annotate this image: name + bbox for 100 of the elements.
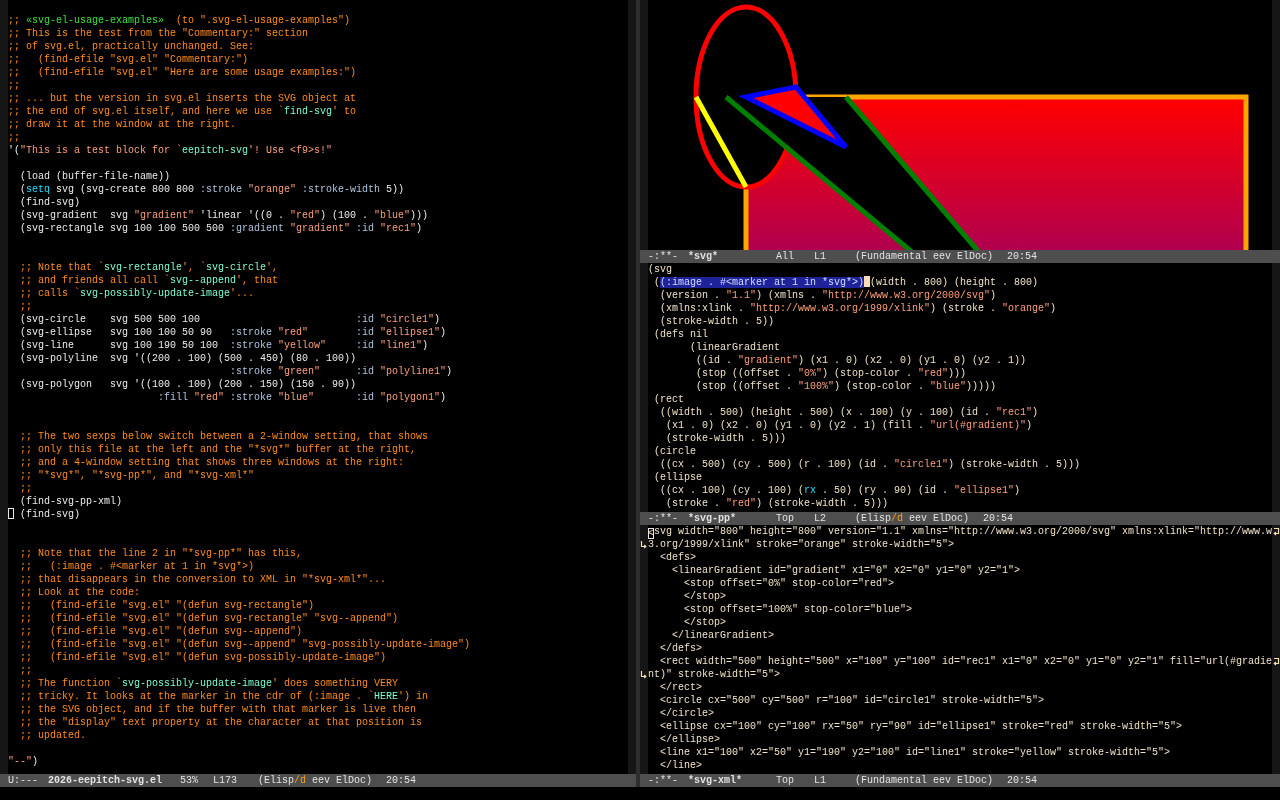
code-line: ;; <box>8 132 20 143</box>
code-line: ;; the end of svg.el itself, and here we use `find-svg' to <box>8 106 357 117</box>
code-line: ;; of svg.el, practically unchanged. See: <box>8 41 255 52</box>
code-line: <ellipse cx="100" cy="100" rx="50" ry="90" id="ellipse1" stroke="red" stroke-width="5"> <box>659 721 1183 732</box>
code-line: (svg-polygon svg '((100 . 100) (200 . 150) (150 . 90)) <box>19 379 357 390</box>
code-line: ;; (:image . #<marker at 1 in *svg*>) <box>19 561 255 572</box>
code-line: ((:image . #<marker at 1 in *svg*>) <box>653 277 865 288</box>
scroll-position: 53% <box>180 775 198 786</box>
code-line: (width . 800) (height . 800) <box>870 277 1039 288</box>
code-line: (svg-polyline svg '((200 . 100) (500 . 450) (80 . 100)) <box>19 353 357 364</box>
code-line: ;; draw it at the window at the right. <box>8 119 237 130</box>
code-line: ;; "*svg*", "*svg-pp*", and "*svg-xml*" <box>19 470 255 481</box>
clock-time: 20:54 <box>1007 251 1038 262</box>
code-line: (svg-circle svg 500 500 100 :id "circle1") <box>19 314 441 325</box>
buffer-name: *svg-pp* <box>688 513 736 524</box>
code-line: ;; The two sexps below switch between a 2-window setting, that shows <box>19 431 429 442</box>
code-line: (svg-ellipse svg 100 100 50 90 :stroke "red" :id "ellipse1") <box>19 327 447 338</box>
line-number: L1 <box>814 251 826 262</box>
code-line: </rect> <box>659 682 702 693</box>
clock-time: 20:54 <box>983 513 1014 524</box>
code-line: ;; updated. <box>19 730 86 741</box>
code-line: (svg-line svg 100 190 50 100 :stroke "yellow" :id "line1") <box>19 340 429 351</box>
code-line: (find-svg) <box>19 509 80 520</box>
line-number: L173 <box>213 775 237 786</box>
major-mode: (Fundamental eev ElDoc) <box>855 251 994 262</box>
scroll-position: Top <box>776 513 794 524</box>
code-line: ((id . "gradient") (x1 . 0) (x2 . 0) (y1 . 0) (y2 . 1)) <box>695 355 1027 366</box>
code-line: svg width="800" height="800" version="1.1" xmlns="http://www.w3.org/2000/svg" xmlns:xlink="http://www.w <box>654 526 1273 537</box>
code-line: </stop> <box>683 591 726 602</box>
code-line: ;; only this file at the left and the "*svg*" buffer at the right, <box>19 444 417 455</box>
code-line: (circle <box>653 446 696 457</box>
code-line: nt)" stroke-width="5"> <box>648 669 781 680</box>
code-line: <linearGradient id="gradient" x1="0" x2="0" y1="0" y2="1"> <box>671 565 1021 576</box>
code-line: ;; calls `svg-possibly-update-image'... <box>19 288 255 299</box>
code-line: (linearGradient <box>689 342 781 353</box>
code-line: ;; The function `svg-possibly-update-image' does something VERY <box>19 678 399 689</box>
modified-flags: -:**- <box>648 513 678 524</box>
code-line: ;; ... but the version in svg.el inserts the SVG object at <box>8 93 357 104</box>
code-line: ;; «svg-el-usage-examples» (to ".svg-el-usage-examples") <box>8 15 351 26</box>
code-line: (stroke . "red") (stroke-width . 5))) <box>665 498 889 509</box>
code-line: <stop offset="0%" stop-color="red"> <box>683 578 895 589</box>
code-line: ;; that disappears in the conversion to XML in "*svg-xml*"... <box>19 574 387 585</box>
code-line: ;; Look at the code: <box>19 587 141 598</box>
code-line: ;; <box>19 665 32 676</box>
scroll-position: All <box>776 251 794 262</box>
code-line: (svg <box>648 264 672 275</box>
code-line: ;; and friends all call `svg--append', that <box>19 275 279 286</box>
code-line: </stop> <box>683 617 726 628</box>
code-line: ((width . 500) (height . 500) (x . 100) (y . 100) (id . "rec1") <box>659 407 1039 418</box>
line-number: L2 <box>814 513 826 524</box>
major-mode: (Elisp/d eev ElDoc) <box>258 775 373 786</box>
code-line: ;; (find-efile "svg.el" "(defun svg-rectangle" "svg--append") <box>19 613 399 624</box>
code-line: (svg-gradient svg "gradient" 'linear '((0 . "red") (100 . "blue"))) <box>19 210 429 221</box>
code-line: (x1 . 0) (x2 . 0) (y1 . 0) (y2 . 1) (fill . "url(#gradient)") <box>665 420 1033 431</box>
code-line: (setq svg (svg-create 800 800 :stroke "orange" :stroke-width 5)) <box>19 184 405 195</box>
code-line: :stroke "green" :id "polyline1") <box>229 366 453 377</box>
code-line: 3.org/1999/xlink" stroke="orange" stroke-width="5"> <box>648 539 955 550</box>
code-line: ;; (find-efile "svg.el" "Commentary:") <box>8 54 249 65</box>
modified-flags: U:--- <box>8 775 38 786</box>
text-cursor <box>864 276 871 287</box>
code-line: ;; the SVG object, and if the buffer with that marker is live then <box>19 704 417 715</box>
code-line: ;; <box>19 301 32 312</box>
code-line: (find-svg) <box>19 197 80 208</box>
code-line: :fill "red" :stroke "blue" :id "polygon1") <box>157 392 447 403</box>
major-mode: (Fundamental eev ElDoc) <box>855 775 994 786</box>
code-line: ;; This is the test from the "Commentary:" section <box>8 28 309 39</box>
code-line: ;; (find-efile "svg.el" "(defun svg-possibly-update-image") <box>19 652 387 663</box>
code-line: "--") <box>8 756 39 767</box>
code-line: ;; and a 4-window setting that shows three windows at the right: <box>19 457 405 468</box>
code-line: <defs> <box>659 552 696 563</box>
modified-flags: -:**- <box>648 775 678 786</box>
code-line: ;; (find-efile "svg.el" "(defun svg--append") <box>19 626 303 637</box>
clock-time: 20:54 <box>386 775 417 786</box>
code-line: (stroke-width . 5)) <box>659 316 775 327</box>
code-line: </line> <box>659 760 702 771</box>
modified-flags: -:**- <box>648 251 678 262</box>
text-cursor <box>8 508 14 519</box>
code-line: ;; (find-efile "svg.el" "Here are some usage examples:") <box>8 67 357 78</box>
major-mode: (Elisp/d eev ElDoc) <box>855 513 970 524</box>
code-line: </defs> <box>659 643 702 654</box>
buffer-name: *svg* <box>688 251 718 262</box>
code-line: ;; Note that the line 2 in "*svg-pp*" has this, <box>19 548 303 559</box>
code-line: (defs nil <box>653 329 708 340</box>
code-line: ;; <box>8 80 20 91</box>
code-line: <stop offset="100%" stop-color="blue"> <box>683 604 913 615</box>
code-line: ;; (find-efile "svg.el" "(defun svg--append" "svg-possibly-update-image") <box>19 639 471 650</box>
code-line: <rect width="500" height="500" x="100" y="100" id="rec1" x1="0" x2="0" y1="0" y2="1" fill="url(#gradie <box>659 656 1273 667</box>
code-line: </linearGradient> <box>671 630 775 641</box>
wrap-arrow-icon <box>1273 657 1280 666</box>
code-line: (svg-rectangle svg 100 100 500 500 :gradient "gradient" :id "rec1") <box>19 223 423 234</box>
code-line: (load (buffer-file-name)) <box>19 171 171 182</box>
continuation-arrow-icon <box>640 670 647 679</box>
code-line: (version . "1.1") (xmlns . "http://www.w3.org/2000/svg") <box>659 290 997 301</box>
code-line: ;; Note that `svg-rectangle', `svg-circle', <box>19 262 279 273</box>
code-line: ;; <box>19 483 32 494</box>
code-line: ;; the "display" text property at the character at that position is <box>19 717 423 728</box>
code-line: </circle> <box>659 708 714 719</box>
wrap-arrow-icon <box>1273 527 1280 536</box>
code-line: (stop ((offset . "0%") (stop-color . "red"))) <box>695 368 967 379</box>
continuation-arrow-icon <box>640 540 647 549</box>
